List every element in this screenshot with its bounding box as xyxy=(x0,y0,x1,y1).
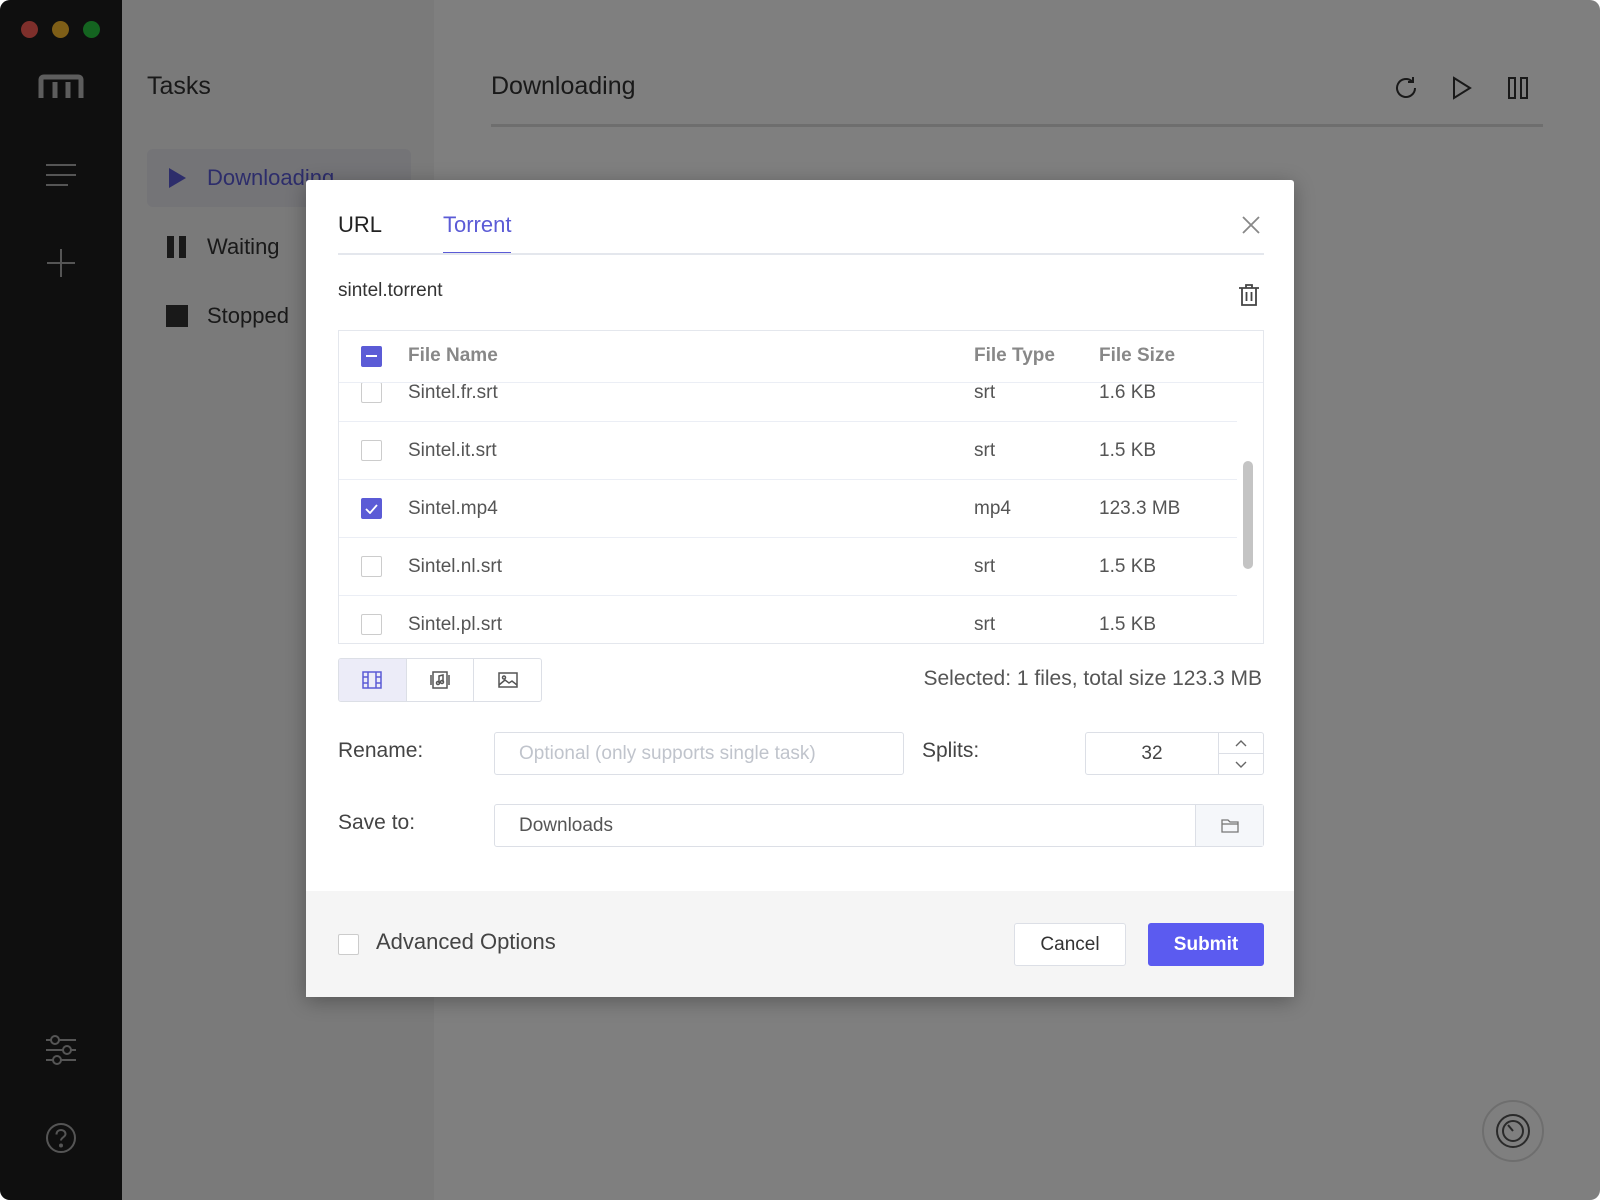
file-type-cell: srt xyxy=(974,614,996,635)
folder-icon[interactable] xyxy=(1195,805,1263,846)
selection-summary: Selected: 1 files, total size 123.3 MB xyxy=(923,667,1262,690)
file-type-cell: srt xyxy=(974,556,996,577)
file-type-cell: srt xyxy=(974,440,996,461)
save-to-input[interactable]: Downloads xyxy=(495,805,1195,846)
splits-stepper: 32 xyxy=(1085,732,1264,775)
file-table: File Name File Type File Size Sintel.fr.… xyxy=(338,330,1264,644)
row-checkbox[interactable] xyxy=(361,440,382,461)
row-checkbox[interactable] xyxy=(361,614,382,635)
row-checkbox[interactable] xyxy=(361,498,382,519)
image-filter-icon[interactable] xyxy=(474,659,541,701)
submit-button[interactable]: Submit xyxy=(1148,923,1264,966)
file-name-cell: Sintel.it.srt xyxy=(408,440,497,461)
dialog-footer: Advanced Options Cancel Submit xyxy=(306,891,1294,997)
file-name-cell: Sintel.mp4 xyxy=(408,498,498,519)
save-to-label: Save to: xyxy=(338,811,416,834)
file-size-cell: 1.5 KB xyxy=(1099,614,1157,635)
table-scrollbar[interactable] xyxy=(1243,461,1253,569)
file-filter-group xyxy=(338,658,542,702)
cancel-button[interactable]: Cancel xyxy=(1014,923,1126,966)
select-all-checkbox[interactable] xyxy=(361,346,382,367)
torrent-file-name: sintel.torrent xyxy=(338,280,443,301)
table-row[interactable]: Sintel.nl.srt srt 1.5 KB xyxy=(339,538,1237,596)
splits-value[interactable]: 32 xyxy=(1086,733,1219,774)
tab-url[interactable]: URL xyxy=(338,212,382,252)
advanced-options-label[interactable]: Advanced Options xyxy=(376,929,556,955)
close-icon[interactable] xyxy=(1236,210,1266,240)
chevron-down-icon[interactable] xyxy=(1219,754,1263,774)
table-row[interactable]: Sintel.mp4 mp4 123.3 MB xyxy=(339,480,1237,538)
splits-label: Splits: xyxy=(922,739,980,762)
file-size-cell: 123.3 MB xyxy=(1099,498,1181,519)
tabs-divider xyxy=(338,253,1264,255)
row-checkbox[interactable] xyxy=(361,556,382,577)
file-name-cell: Sintel.fr.srt xyxy=(408,382,498,403)
header-file-size[interactable]: File Size xyxy=(1099,345,1175,367)
app-window: Tasks Downloading Waiting Stopped Downlo… xyxy=(0,0,1600,1200)
save-to-field: Downloads xyxy=(494,804,1264,847)
row-checkbox[interactable] xyxy=(361,382,382,403)
file-type-cell: mp4 xyxy=(974,498,1011,519)
file-name-cell: Sintel.nl.srt xyxy=(408,556,502,577)
trash-icon[interactable] xyxy=(1234,280,1264,310)
file-size-cell: 1.5 KB xyxy=(1099,556,1157,577)
header-file-name[interactable]: File Name xyxy=(408,345,498,367)
file-type-cell: srt xyxy=(974,382,996,403)
file-size-cell: 1.6 KB xyxy=(1099,382,1157,403)
table-row[interactable]: Sintel.it.srt srt 1.5 KB xyxy=(339,422,1237,480)
rename-label: Rename: xyxy=(338,739,424,762)
header-file-type[interactable]: File Type xyxy=(974,345,1055,367)
video-filter-icon[interactable] xyxy=(339,659,407,701)
advanced-options-checkbox[interactable] xyxy=(338,934,359,955)
file-size-cell: 1.5 KB xyxy=(1099,440,1157,461)
audio-filter-icon[interactable] xyxy=(407,659,475,701)
table-header: File Name File Type File Size xyxy=(339,331,1263,383)
add-task-dialog: URL Torrent sintel.torrent File Name Fil… xyxy=(306,180,1294,997)
rename-input[interactable] xyxy=(494,732,904,775)
tab-torrent[interactable]: Torrent xyxy=(443,212,512,255)
chevron-up-icon[interactable] xyxy=(1219,733,1263,754)
file-name-cell: Sintel.pl.srt xyxy=(408,614,502,635)
table-row[interactable]: Sintel.pl.srt srt 1.5 KB xyxy=(339,596,1237,643)
